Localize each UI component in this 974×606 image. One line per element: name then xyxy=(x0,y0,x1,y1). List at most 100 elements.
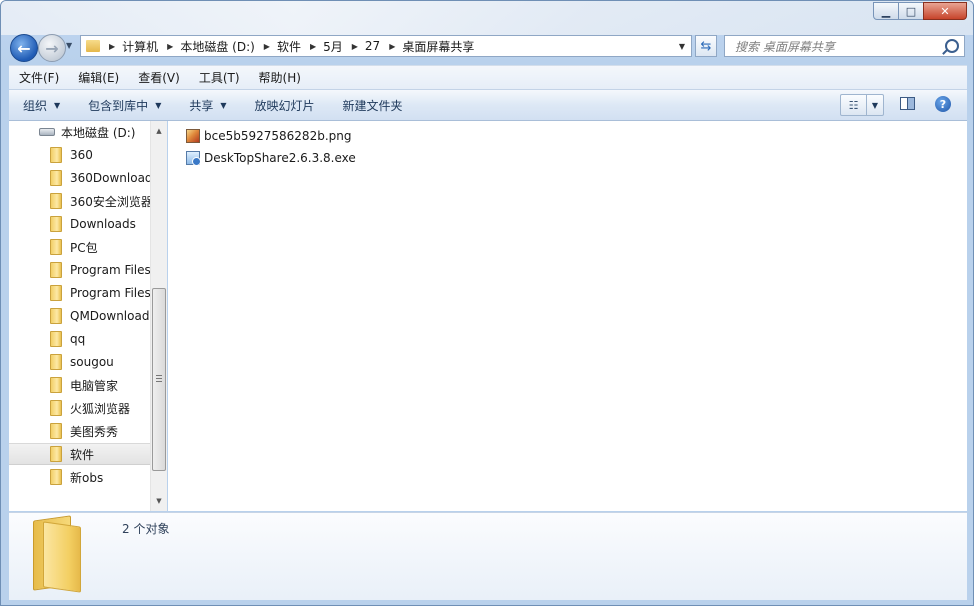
preview-pane-icon[interactable] xyxy=(900,97,915,110)
file-item[interactable]: DeskTopShare2.6.3.8.exe xyxy=(186,148,356,168)
tree-item-folder[interactable]: sougou xyxy=(9,351,150,373)
tree-item-folder[interactable]: Program Files xyxy=(9,282,150,304)
tree-item-label: 软件 xyxy=(70,447,95,462)
chevron-right-icon[interactable]: ▶ xyxy=(167,42,173,51)
tree-item-folder[interactable]: 360Download xyxy=(9,167,150,189)
folder-icon xyxy=(50,285,62,301)
breadcrumb-label: 27 xyxy=(364,39,381,53)
folder-icon xyxy=(50,377,62,393)
command-button[interactable]: 放映幻灯片 xyxy=(241,97,329,114)
tree-item-label: Program Files xyxy=(70,263,150,277)
close-button[interactable]: ✕ xyxy=(923,2,967,20)
chevron-right-icon[interactable]: ▶ xyxy=(352,42,358,51)
refresh-icon: ⇆ xyxy=(700,38,712,54)
grip-icon xyxy=(156,375,162,382)
chevron-right-icon[interactable]: ▶ xyxy=(264,42,270,51)
chevron-down-icon[interactable]: ▼ xyxy=(867,95,883,115)
folder-icon xyxy=(50,446,62,462)
folder-icon xyxy=(50,308,62,324)
command-button[interactable]: 新建文件夹 xyxy=(329,97,417,114)
scroll-up-arrow-icon[interactable]: ▲ xyxy=(151,123,167,139)
menu-item[interactable]: 编辑(E) xyxy=(68,69,128,86)
breadcrumb-item[interactable]: ▶ 桌面屏幕共享 xyxy=(380,38,474,55)
tree-item-folder[interactable]: QMDownload xyxy=(9,305,150,327)
navigation-pane: 本地磁盘 (D:) 360 360Download 360安全浏览器 Download… xyxy=(9,121,150,511)
tree-item-label: 电脑管家 xyxy=(70,378,119,393)
tree-item-folder[interactable]: Downloads xyxy=(9,213,150,235)
tree-item-folder[interactable]: 软件 xyxy=(9,443,150,465)
breadcrumb-item[interactable]: ▶ 5月 xyxy=(301,38,343,55)
search-icon[interactable] xyxy=(945,39,959,53)
nav-pane-scrollbar[interactable]: ▲ ▼ xyxy=(150,121,167,511)
command-label: 组织 xyxy=(23,98,48,113)
tree-item-label: 美图秀秀 xyxy=(70,424,119,439)
title-bar[interactable] xyxy=(1,1,973,35)
tree-item-folder[interactable]: 电脑管家 xyxy=(9,374,150,396)
forward-button[interactable]: → xyxy=(38,34,66,62)
tree-item-label: 火狐浏览器 xyxy=(70,401,131,416)
file-list: bce5b5927586282b.png DeskTopShare2.6.3.8.… xyxy=(168,121,967,511)
back-button[interactable]: ← xyxy=(10,34,38,62)
chevron-right-icon[interactable]: ▶ xyxy=(389,42,395,51)
chevron-down-icon: ▼ xyxy=(155,100,162,110)
tree-item-folder[interactable]: 360安全浏览器 xyxy=(9,190,150,212)
tree-item-label: QMDownload xyxy=(70,309,150,323)
address-bar[interactable]: ▶ 计算机 ▶ 本地磁盘 (D:) ▶ 软件 ▶ 5月 ▶ 27 ▶ 桌面屏幕共享 ▼ xyxy=(80,35,692,57)
chevron-down-icon: ▼ xyxy=(220,100,227,110)
menu-item[interactable]: 工具(T) xyxy=(189,69,249,86)
maximize-button[interactable]: □ xyxy=(898,2,924,20)
breadcrumb-item[interactable]: ▶ 软件 xyxy=(255,38,301,55)
tree-item-folder[interactable]: 360 xyxy=(9,144,150,166)
forward-arrow-icon: → xyxy=(45,38,59,58)
breadcrumb-label: 软件 xyxy=(276,39,301,54)
chevron-down-icon: ▼ xyxy=(66,41,73,50)
tree-item-folder[interactable]: 新obs xyxy=(9,466,150,488)
breadcrumb-item[interactable]: ▶ 本地磁盘 (D:) xyxy=(158,38,255,55)
history-dropdown-button[interactable]: ▼ xyxy=(66,41,76,53)
explorer-window: ▁ □ ✕ ← → ▼ ▶ 计算机 ▶ 本地磁盘 (D:) ▶ 软件 ▶ 5月 ▶ 27 ▶ 桌面屏幕… xyxy=(0,0,974,606)
tree-item-folder[interactable]: 美图秀秀 xyxy=(9,420,150,442)
file-name: DeskTopShare2.6.3.8.exe xyxy=(204,151,356,165)
search-input[interactable] xyxy=(733,37,947,57)
folder-icon xyxy=(50,239,62,255)
tree-item-folder[interactable]: Program Files xyxy=(9,259,150,281)
minimize-button[interactable]: ▁ xyxy=(873,2,899,20)
tree-item-folder[interactable]: PC包 xyxy=(9,236,150,258)
folder-icon xyxy=(50,423,62,439)
folder-icon xyxy=(50,354,62,370)
tree-item-folder[interactable]: 火狐浏览器 xyxy=(9,397,150,419)
file-item[interactable]: bce5b5927586282b.png xyxy=(186,126,351,146)
chevron-right-icon[interactable]: ▶ xyxy=(310,42,316,51)
chevron-down-icon: ▼ xyxy=(678,41,686,51)
tree-item-folder[interactable]: qq xyxy=(9,328,150,350)
command-button[interactable]: 共享 ▼ xyxy=(175,97,240,114)
png-image-icon xyxy=(186,129,200,143)
scroll-thumb[interactable] xyxy=(152,288,166,471)
window-controls: ▁ □ ✕ xyxy=(873,2,967,20)
address-dropdown-button[interactable]: ▼ xyxy=(675,38,689,54)
file-name: bce5b5927586282b.png xyxy=(204,129,352,143)
exe-application-icon xyxy=(186,151,201,166)
folder-icon xyxy=(50,170,62,186)
help-icon[interactable]: ? xyxy=(935,96,951,112)
breadcrumb-item[interactable]: ▶ 计算机 xyxy=(100,38,158,55)
menu-item[interactable]: 文件(F) xyxy=(9,69,68,86)
folder-icon xyxy=(50,400,62,416)
command-bar: 组织 ▼ 包含到库中 ▼ 共享 ▼ 放映幻灯片 新建文件夹 ☷ ▼ ? xyxy=(9,89,967,121)
refresh-button[interactable]: ⇆ xyxy=(695,35,717,57)
chevron-right-icon[interactable]: ▶ xyxy=(109,42,115,51)
search-box[interactable] xyxy=(724,35,965,57)
folder-icon xyxy=(50,216,62,232)
tree-item-label: Downloads xyxy=(70,217,136,231)
chevron-down-icon: ▼ xyxy=(54,100,61,110)
scroll-down-arrow-icon[interactable]: ▼ xyxy=(151,493,167,509)
breadcrumb: ▶ 计算机 ▶ 本地磁盘 (D:) ▶ 软件 ▶ 5月 ▶ 27 ▶ 桌面屏幕共享 xyxy=(100,38,474,55)
command-button[interactable]: 包含到库中 ▼ xyxy=(74,97,175,114)
breadcrumb-item[interactable]: ▶ 27 xyxy=(343,38,380,55)
tree-item-drive-d[interactable]: 本地磁盘 (D:) xyxy=(9,121,150,143)
breadcrumb-label: 计算机 xyxy=(122,39,159,54)
menu-item[interactable]: 帮助(H) xyxy=(249,69,310,86)
command-button[interactable]: 组织 ▼ xyxy=(9,97,74,114)
change-view-button[interactable]: ☷ ▼ xyxy=(840,94,884,116)
menu-item[interactable]: 查看(V) xyxy=(128,69,189,86)
